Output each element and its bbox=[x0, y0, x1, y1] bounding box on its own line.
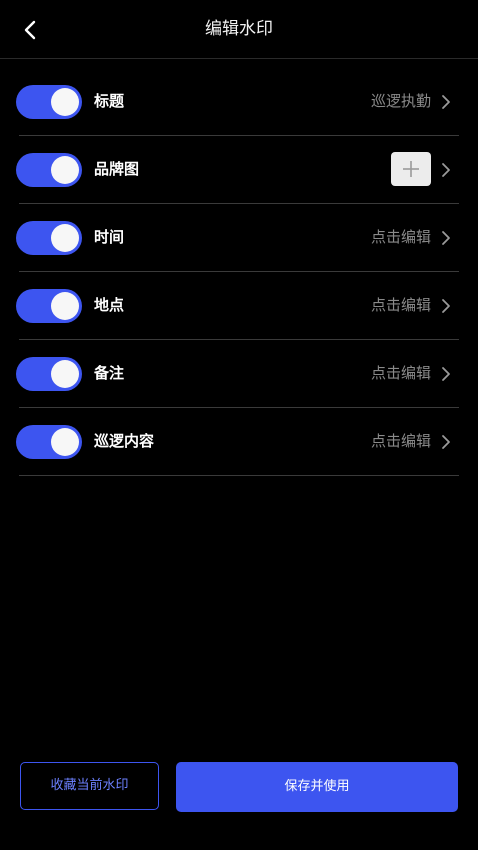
toggle-brand-image[interactable] bbox=[16, 153, 82, 187]
field-label: 标题 bbox=[94, 92, 125, 110]
add-brand-image-button[interactable] bbox=[391, 152, 431, 186]
toggle-patrol-content[interactable] bbox=[16, 425, 82, 459]
chevron-right-icon[interactable] bbox=[439, 365, 453, 383]
field-label: 品牌图 bbox=[94, 160, 140, 178]
chevron-right-icon[interactable] bbox=[439, 161, 453, 179]
footer-actions: 收藏当前水印 保存并使用 bbox=[0, 762, 478, 812]
plus-icon bbox=[403, 161, 419, 177]
field-value: 巡逻执勤 bbox=[370, 92, 431, 110]
toggle-time[interactable] bbox=[16, 221, 82, 255]
field-row-patrol-content[interactable]: 巡逻内容 点击编辑 bbox=[16, 408, 459, 476]
field-value: 点击编辑 bbox=[370, 228, 431, 246]
chevron-right-icon[interactable] bbox=[439, 93, 453, 111]
page-title: 编辑水印 bbox=[205, 19, 273, 39]
toggle-location[interactable] bbox=[16, 289, 82, 323]
field-row-brand-image[interactable]: 品牌图 bbox=[16, 136, 459, 204]
field-value: 点击编辑 bbox=[370, 296, 431, 314]
toggle-knob bbox=[51, 360, 79, 388]
field-value: 点击编辑 bbox=[370, 432, 431, 450]
field-label: 备注 bbox=[94, 364, 125, 382]
chevron-right-icon[interactable] bbox=[439, 297, 453, 315]
toggle-remark[interactable] bbox=[16, 357, 82, 391]
chevron-right-icon[interactable] bbox=[439, 433, 453, 451]
favorite-watermark-button[interactable]: 收藏当前水印 bbox=[20, 762, 159, 810]
watermark-field-list: 标题 巡逻执勤 品牌图 时间 点击编辑 地点 点击编辑 备注 点击编辑 巡逻内容… bbox=[0, 68, 478, 476]
toggle-title[interactable] bbox=[16, 85, 82, 119]
save-and-use-button[interactable]: 保存并使用 bbox=[176, 762, 458, 812]
toggle-knob bbox=[51, 88, 79, 116]
field-label: 地点 bbox=[94, 296, 125, 314]
toggle-knob bbox=[51, 428, 79, 456]
header: 编辑水印 bbox=[0, 0, 478, 59]
field-row-title[interactable]: 标题 巡逻执勤 bbox=[16, 68, 459, 136]
toggle-knob bbox=[51, 292, 79, 320]
field-value: 点击编辑 bbox=[370, 364, 431, 382]
chevron-right-icon[interactable] bbox=[439, 229, 453, 247]
field-row-time[interactable]: 时间 点击编辑 bbox=[16, 204, 459, 272]
field-label: 巡逻内容 bbox=[94, 432, 155, 450]
field-row-location[interactable]: 地点 点击编辑 bbox=[16, 272, 459, 340]
toggle-knob bbox=[51, 224, 79, 252]
toggle-knob bbox=[51, 156, 79, 184]
field-label: 时间 bbox=[94, 228, 125, 246]
field-row-remark[interactable]: 备注 点击编辑 bbox=[16, 340, 459, 408]
